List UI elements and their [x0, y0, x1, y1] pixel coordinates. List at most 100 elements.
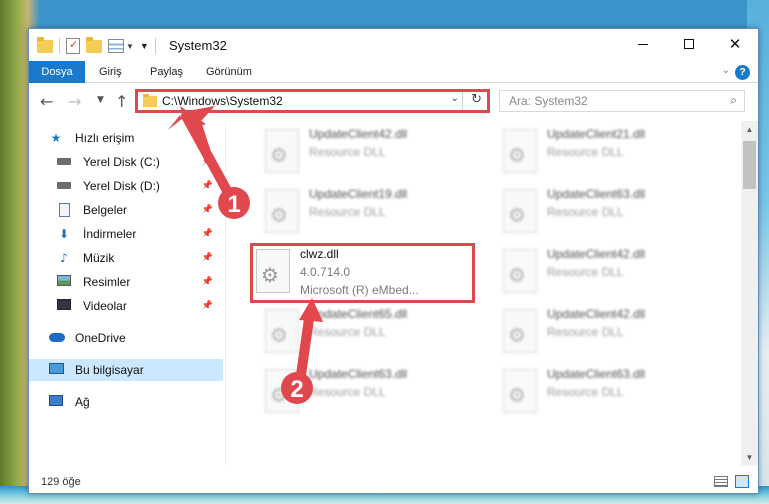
minimize-button[interactable]	[620, 29, 666, 59]
sidebar-item-downloads[interactable]: ⬇ İndirmeler 📌	[29, 223, 223, 245]
folder-icon	[143, 94, 157, 107]
new-folder-icon[interactable]	[86, 36, 102, 53]
pictures-icon	[57, 275, 71, 289]
maximize-button[interactable]	[666, 29, 712, 59]
chevron-down-icon[interactable]: ⌄	[451, 93, 459, 104]
details-view-icon[interactable]	[714, 476, 728, 487]
pane-divider[interactable]	[225, 121, 226, 466]
expand-ribbon-icon[interactable]: ⌄	[722, 65, 730, 76]
chevron-down-icon[interactable]: ▼	[126, 42, 134, 51]
sidebar-item-label: Ağ	[75, 395, 90, 409]
properties-icon[interactable]	[66, 38, 80, 54]
file-item[interactable]: ⚙ UpdateClient42.dll Resource DLL	[239, 123, 469, 179]
close-icon: ✕	[728, 35, 742, 53]
file-name: clwz.dll	[300, 247, 339, 261]
sidebar-item-local-disk-d[interactable]: Yerel Disk (D:) 📌	[29, 175, 223, 197]
pin-icon[interactable]: 📌	[202, 301, 213, 311]
file-description: Resource DLL	[309, 325, 386, 339]
file-name: UpdateClient19.dll	[309, 187, 408, 201]
tab-share[interactable]: Paylaş	[150, 61, 183, 83]
status-bar: 129 öğe	[29, 471, 758, 493]
file-item[interactable]: ⚙ UpdateClient42.dll Resource DLL	[477, 303, 707, 359]
documents-icon	[57, 203, 71, 217]
scroll-thumb[interactable]	[743, 141, 756, 189]
dll-file-icon: ⚙	[503, 249, 537, 293]
file-name: UpdateClient42.dll	[547, 307, 646, 321]
file-item[interactable]: ⚙ UpdateClient63.dll Resource DLL	[477, 363, 707, 419]
sidebar-item-label: OneDrive	[75, 331, 126, 345]
up-arrow-icon[interactable]: ↑	[115, 92, 128, 111]
vertical-scrollbar[interactable]: ▲ ▼	[741, 121, 758, 466]
window-title: System32	[169, 38, 227, 53]
sidebar-item-pictures[interactable]: Resimler 📌	[29, 271, 223, 293]
file-item[interactable]: ⚙ UpdateClient63.dll Resource DLL	[239, 363, 469, 419]
file-description: Resource DLL	[309, 385, 386, 399]
pin-icon[interactable]: 📌	[202, 181, 213, 191]
close-button[interactable]: ✕	[712, 29, 758, 59]
back-arrow-icon[interactable]: ←	[40, 92, 53, 111]
sidebar-item-label: Belgeler	[83, 203, 128, 217]
sidebar-item-network[interactable]: Ağ	[29, 391, 223, 413]
pin-icon[interactable]: 📌	[202, 277, 213, 287]
refresh-icon[interactable]: ↻	[471, 92, 482, 107]
sidebar-item-local-disk-c[interactable]: Yerel Disk (C:) 📌	[29, 151, 223, 173]
file-item[interactable]: ⚙ UpdateClient21.dll Resource DLL	[477, 123, 707, 179]
sidebar-item-label: Yerel Disk (D:)	[83, 179, 160, 193]
help-icon[interactable]: ?	[735, 65, 750, 80]
ribbon-tabs: Dosya Giriş Paylaş Görünüm ⌄ ?	[29, 61, 758, 83]
explorer-window: ▼ ▼ System32 ✕ Dosya Giriş Paylaş Görünü…	[28, 28, 759, 494]
file-item[interactable]: ⚙ UpdateClient63.dll Resource DLL	[477, 183, 707, 239]
tab-file[interactable]: Dosya	[29, 61, 85, 83]
toolbar-divider	[59, 38, 60, 54]
pin-icon[interactable]: 📌	[202, 253, 213, 263]
this-pc-icon	[49, 363, 64, 377]
sidebar-item-label: Müzik	[83, 251, 115, 265]
navigation-pane: ★ Hızlı erişim Yerel Disk (C:) 📌 Yerel D…	[29, 121, 223, 466]
view-icon[interactable]	[108, 39, 124, 53]
address-path[interactable]: C:\Windows\System32	[162, 94, 283, 108]
tab-view[interactable]: Görünüm	[206, 61, 252, 83]
forward-arrow-icon[interactable]: →	[68, 92, 81, 111]
onedrive-icon	[49, 331, 65, 345]
maximize-icon	[684, 39, 694, 49]
file-item[interactable]: ⚙ UpdateClient42.dll Resource DLL	[477, 243, 707, 299]
large-icons-view-icon[interactable]	[735, 475, 749, 488]
sidebar-item-this-pc[interactable]: Bu bilgisayar	[29, 359, 223, 381]
sidebar-item-label: İndirmeler	[83, 227, 137, 241]
file-name: UpdateClient65.dll	[309, 307, 408, 321]
sidebar-item-documents[interactable]: Belgeler 📌	[29, 199, 223, 221]
file-name: UpdateClient42.dll	[309, 127, 408, 141]
search-input[interactable]: Ara: System32 ⌕	[499, 90, 745, 112]
scroll-up-icon[interactable]: ▲	[741, 121, 758, 138]
dll-file-icon: ⚙	[265, 369, 299, 413]
sidebar-item-music[interactable]: ♪ Müzik 📌	[29, 247, 223, 269]
customize-toolbar-icon[interactable]: ▼	[140, 41, 149, 51]
file-description: Microsoft (R) eMbed...	[300, 283, 419, 297]
search-icon[interactable]: ⌕	[730, 93, 737, 108]
file-item-selected[interactable]: ⚙ clwz.dll 4.0.714.0 Microsoft (R) eMbed…	[250, 243, 475, 303]
title-bar: ▼ ▼ System32 ✕	[29, 29, 758, 61]
recent-locations-chevron-icon[interactable]: ▼	[97, 95, 104, 105]
file-item[interactable]: ⚙ UpdateClient65.dll Resource DLL	[239, 303, 469, 359]
file-name: UpdateClient63.dll	[547, 367, 646, 381]
sidebar-item-onedrive[interactable]: OneDrive	[29, 327, 223, 349]
file-name: UpdateClient63.dll	[309, 367, 408, 381]
pin-icon[interactable]: 📌	[202, 229, 213, 239]
tab-home[interactable]: Giriş	[99, 61, 122, 83]
file-item[interactable]: ⚙ UpdateClient19.dll Resource DLL	[239, 183, 469, 239]
file-description: Resource DLL	[547, 265, 624, 279]
file-name: UpdateClient21.dll	[547, 127, 646, 141]
address-bar[interactable]: C:\Windows\System32 ⌄ ↻	[135, 89, 490, 113]
sidebar-item-quick-access[interactable]: ★ Hızlı erişim	[29, 127, 223, 149]
sidebar-item-label: Hızlı erişim	[75, 131, 135, 145]
scroll-down-icon[interactable]: ▼	[741, 449, 758, 466]
videos-icon	[57, 299, 71, 313]
minimize-icon	[638, 43, 648, 45]
file-name: UpdateClient63.dll	[547, 187, 646, 201]
sidebar-item-videos[interactable]: Videolar 📌	[29, 295, 223, 317]
dll-file-icon: ⚙	[265, 129, 299, 173]
dll-file-icon: ⚙	[503, 189, 537, 233]
file-name: UpdateClient42.dll	[547, 247, 646, 261]
pin-icon[interactable]: 📌	[202, 205, 213, 215]
pin-icon[interactable]: 📌	[202, 157, 213, 167]
